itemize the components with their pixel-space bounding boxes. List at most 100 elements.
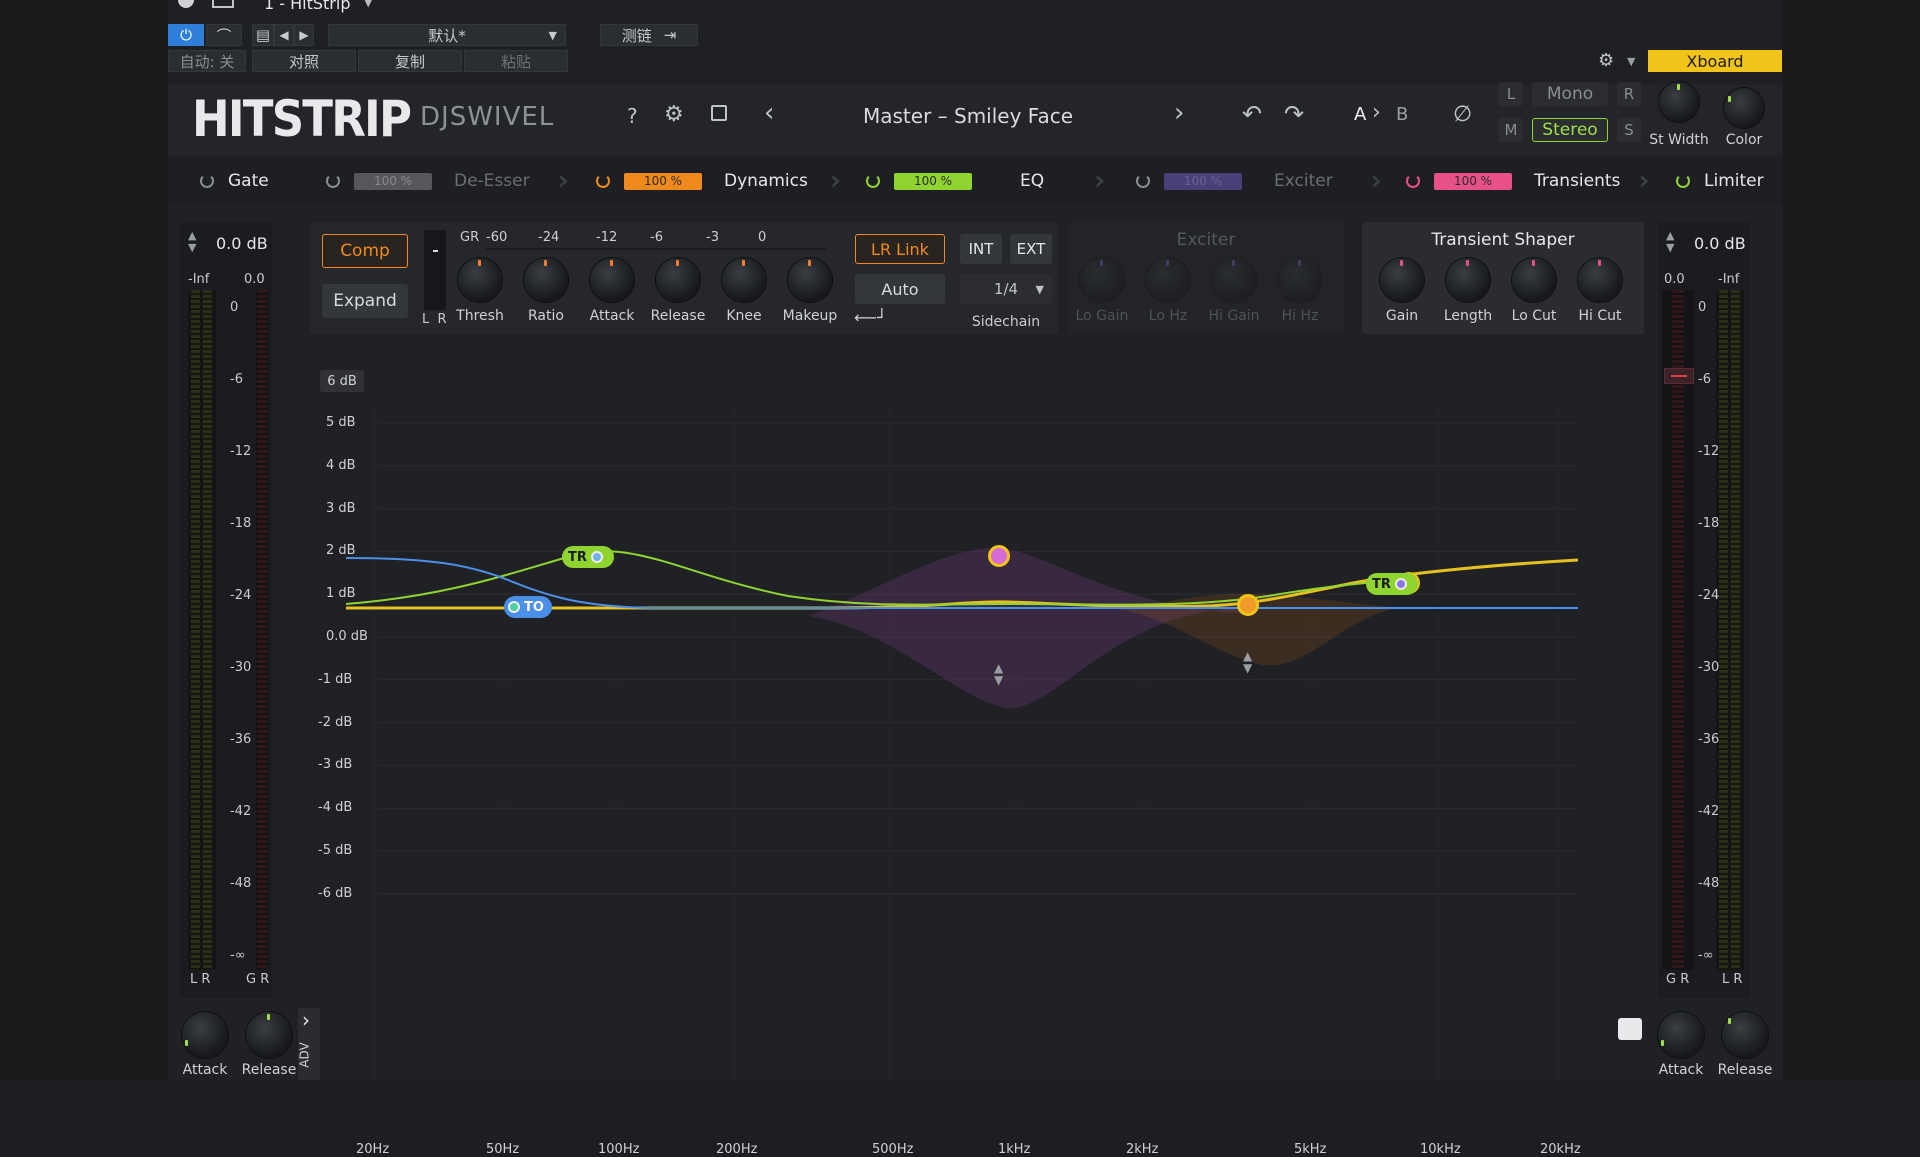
input-gain-value[interactable]: 0.0 dB — [216, 234, 268, 253]
de-esser-amount[interactable]: 100 % — [354, 172, 432, 190]
gate-power-icon[interactable] — [200, 174, 214, 188]
ext-button[interactable]: EXT — [1010, 234, 1052, 264]
attack-knob[interactable] — [590, 258, 634, 302]
eq-node-orange[interactable] — [1237, 594, 1259, 616]
help-button[interactable]: ? — [627, 104, 638, 128]
color-knob[interactable] — [1724, 88, 1764, 128]
input-gain-stepper[interactable]: ▲ ▼ — [188, 230, 196, 254]
left-channel-button[interactable]: L — [1499, 82, 1523, 106]
gain-knob[interactable] — [1380, 258, 1424, 302]
xboard-button[interactable]: Xboard — [1648, 50, 1782, 72]
eq-node-tr-high[interactable]: TR — [1366, 573, 1418, 595]
phase-invert-icon[interactable]: ∅ — [1453, 102, 1472, 127]
transients-power-icon[interactable] — [1406, 174, 1420, 188]
lr-link-button[interactable]: LR Link — [855, 234, 945, 264]
sidechain-select[interactable]: 1/4 ▼ — [960, 274, 1052, 304]
stereo-width-knob[interactable] — [1659, 82, 1699, 122]
ratio-knob[interactable] — [524, 258, 568, 302]
makeup-knob[interactable] — [788, 258, 832, 302]
eq-node-purple[interactable] — [988, 545, 1010, 567]
copy-button[interactable]: 复制 — [358, 50, 462, 72]
length-knob[interactable] — [1446, 258, 1490, 302]
module-dynamics[interactable]: 100 % Dynamics ››› — [596, 158, 843, 204]
module-transients[interactable]: 100 % Transients ››› — [1406, 158, 1652, 204]
lo-cut-label: Lo Cut — [1511, 308, 1557, 324]
eq-amount[interactable]: 100 % — [894, 172, 972, 190]
mid-button[interactable]: M — [1499, 118, 1523, 142]
host-settings-dropdown-icon[interactable]: ▼ — [1627, 55, 1635, 68]
sidechain-button[interactable]: 测链 ⇥ — [600, 24, 698, 46]
preset-next-button[interactable]: ▶ — [294, 24, 314, 46]
auto-state[interactable]: 自动: 关 — [168, 50, 246, 72]
paste-button[interactable]: 粘贴 — [464, 50, 568, 72]
transients-amount[interactable]: 100 % — [1434, 172, 1512, 190]
eq-graph[interactable]: ▲ ▼ ▲ ▼ 6 dB 5 dB 4 dB 3 dB 2 dB 1 dB 0.0 dB -… — [308, 346, 1648, 1157]
eq-graph-canvas[interactable]: ▲ ▼ ▲ ▼ — [308, 346, 1648, 1080]
preset-prev-button[interactable]: ◀ — [274, 24, 294, 46]
dynamics-amount[interactable]: 100 % — [624, 172, 702, 190]
input-attack-knob[interactable] — [182, 1012, 228, 1058]
eq-power-icon[interactable] — [866, 174, 880, 188]
output-gain-value[interactable]: 0.0 dB — [1694, 234, 1746, 253]
gr-scale-label: -12 — [596, 230, 618, 245]
hi-cut-knob[interactable] — [1578, 258, 1622, 302]
range-button[interactable]: 6 dB — [320, 370, 364, 392]
hi-hz-knob[interactable] — [1278, 258, 1322, 302]
preset-name[interactable]: Master – Smiley Face — [818, 104, 1118, 128]
djswivel-logo: DJSWIVEL — [420, 102, 555, 132]
thresh-knob[interactable] — [458, 258, 502, 302]
side-button[interactable]: S — [1617, 118, 1641, 142]
right-channel-button[interactable]: R — [1617, 82, 1641, 106]
output-attack-knob[interactable] — [1658, 1012, 1704, 1058]
track-title[interactable]: 1 - HitStrip — [264, 0, 350, 13]
hi-gain-knob[interactable] — [1212, 258, 1256, 302]
module-de-esser[interactable]: 100 % De-Esser ››› — [326, 158, 571, 204]
ab-copy-icon[interactable]: › — [1372, 100, 1381, 125]
module-exciter[interactable]: 100 % Exciter ››› — [1136, 158, 1384, 204]
exciter-power-icon[interactable] — [1136, 174, 1150, 188]
output-gain-stepper[interactable]: ▲ ▼ — [1666, 230, 1674, 254]
auto-button[interactable]: Auto — [855, 274, 945, 304]
undo-icon[interactable]: ↶ — [1242, 100, 1262, 128]
module-eq[interactable]: 100 % EQ ››› — [866, 158, 1107, 204]
dynamics-panel: Comp Expand L R GR -60 -24 -12 -6 -3 0 Thresh… — [310, 222, 1058, 334]
lo-gain-knob[interactable] — [1080, 258, 1124, 302]
lo-hz-knob[interactable] — [1146, 258, 1190, 302]
compare-button[interactable]: 对照 — [252, 50, 356, 72]
ab-b-button[interactable]: B — [1396, 104, 1408, 125]
knee-knob[interactable] — [722, 258, 766, 302]
routing-icon[interactable] — [212, 0, 234, 8]
eq-node-to[interactable]: TO — [504, 596, 552, 618]
host-settings-icon[interactable]: ⚙ — [1598, 50, 1614, 71]
output-top-left: 0.0 — [1664, 272, 1685, 287]
ab-a-button[interactable]: A — [1354, 104, 1366, 125]
preset-next-icon[interactable]: › — [1174, 98, 1184, 128]
output-release-knob[interactable] — [1722, 1012, 1768, 1058]
power-button[interactable]: ⏻ — [168, 24, 204, 46]
mono-button[interactable]: Mono — [1532, 82, 1608, 106]
settings-icon[interactable]: ⚙ — [664, 102, 684, 127]
release-knob[interactable] — [656, 258, 700, 302]
expand-button[interactable]: Expand — [322, 284, 408, 318]
comp-button[interactable]: Comp — [322, 234, 408, 268]
meter-scale-label: -6 — [1698, 372, 1711, 387]
int-button[interactable]: INT — [960, 234, 1002, 264]
module-limiter[interactable]: Limiter — [1676, 158, 1764, 204]
automation-icon[interactable]: ⌒ — [206, 24, 242, 46]
eq-node-tr-low[interactable]: TR — [562, 546, 614, 568]
input-release-knob[interactable] — [246, 1012, 292, 1058]
lo-cut-knob[interactable] — [1512, 258, 1556, 302]
dynamics-power-icon[interactable] — [596, 174, 610, 188]
save-icon[interactable] — [711, 105, 727, 121]
track-icon[interactable] — [178, 0, 194, 8]
preset-prev-icon[interactable]: ‹ — [764, 98, 774, 128]
module-gate[interactable]: Gate — [200, 158, 269, 204]
de-esser-power-icon[interactable] — [326, 174, 340, 188]
track-dropdown-icon[interactable]: ▼ — [364, 0, 372, 9]
redo-icon[interactable]: ↷ — [1284, 100, 1304, 128]
stereo-button[interactable]: Stereo — [1532, 118, 1608, 142]
preset-menu-icon[interactable]: ▤ — [252, 24, 274, 46]
preset-select[interactable]: 默认* ▼ — [328, 24, 566, 46]
exciter-amount[interactable]: 100 % — [1164, 172, 1242, 190]
limiter-power-icon[interactable] — [1676, 174, 1690, 188]
